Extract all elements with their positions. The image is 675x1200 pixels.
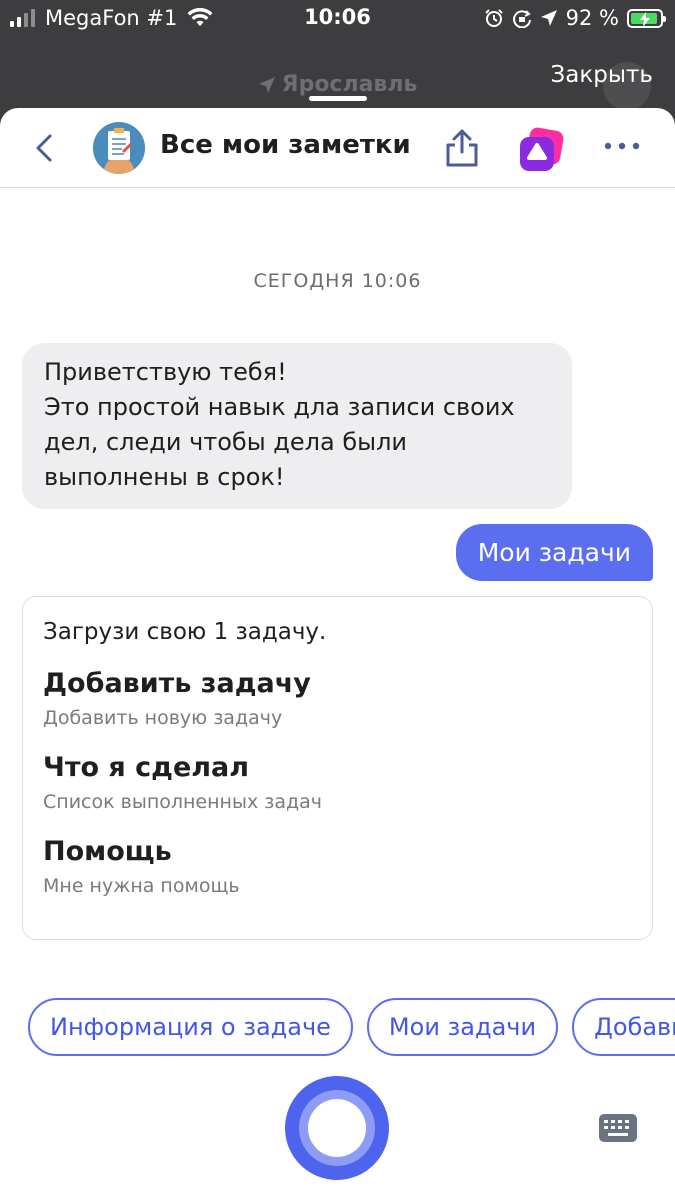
status-bar: MegaFon #1 10:06 92 % [0, 0, 675, 36]
notes-clipboard-icon [93, 122, 145, 174]
more-options-icon[interactable] [602, 136, 642, 156]
suggestion-chip-task-info[interactable]: Информация о задаче [28, 998, 353, 1056]
card-item-done-tasks[interactable]: Что я сделал Список выполненных задач [43, 751, 632, 813]
alice-logo-icon[interactable] [516, 125, 566, 175]
card-item-subtitle: Список выполненных задач [43, 791, 323, 813]
card-item-title: Добавить задачу [43, 668, 311, 699]
close-button[interactable]: Закрыть [551, 62, 653, 88]
chat-sheet: Все мои заметки СЕГОДНЯ 10:06 Приветству… [0, 108, 675, 1200]
sheet-grabber[interactable] [309, 96, 367, 101]
suggestion-chip-add-task[interactable]: Добавить задачу [572, 998, 675, 1056]
chat-date-label: СЕГОДНЯ 10:06 [253, 270, 422, 292]
page-title: Все мои заметки [160, 130, 411, 160]
incoming-message-bubble: Приветствую тебя! Это простой навык дла … [22, 343, 572, 509]
back-chevron-icon[interactable] [30, 130, 60, 166]
chat-header: Все мои заметки [0, 108, 675, 188]
card-item-help[interactable]: Помощь Мне нужна помощь [43, 835, 632, 897]
card-item-title: Что я сделал [43, 752, 250, 783]
keyboard-icon[interactable] [599, 1114, 637, 1142]
rotation-lock-icon [512, 10, 531, 28]
card-item-add-task[interactable]: Добавить задачу Добавить новую задачу [43, 667, 632, 729]
card-intro-text: Загрузи свою 1 задачу. [43, 619, 327, 645]
share-icon[interactable] [444, 128, 480, 168]
alarm-clock-icon [484, 9, 503, 27]
location-arrow-icon [540, 10, 557, 26]
options-card: Загрузи свою 1 задачу. Добавить задачу Д… [22, 596, 653, 940]
card-item-subtitle: Мне нужна помощь [43, 875, 240, 897]
battery-icon [627, 8, 666, 28]
card-item-subtitle: Добавить новую задачу [43, 707, 283, 729]
suggestion-chip-my-tasks[interactable]: Мои задачи [366, 998, 559, 1056]
skill-avatar [93, 122, 145, 174]
card-item-title: Помощь [43, 836, 172, 867]
location-name: Ярославль [281, 72, 418, 97]
voice-assistant-button[interactable] [285, 1076, 389, 1180]
location-arrow-icon [258, 77, 275, 93]
outgoing-message-bubble: Мои задачи [455, 524, 653, 581]
suggestion-chips: Информация о задаче Мои задачи Добавить … [28, 998, 675, 1056]
battery-percent: 92 % [565, 6, 619, 30]
